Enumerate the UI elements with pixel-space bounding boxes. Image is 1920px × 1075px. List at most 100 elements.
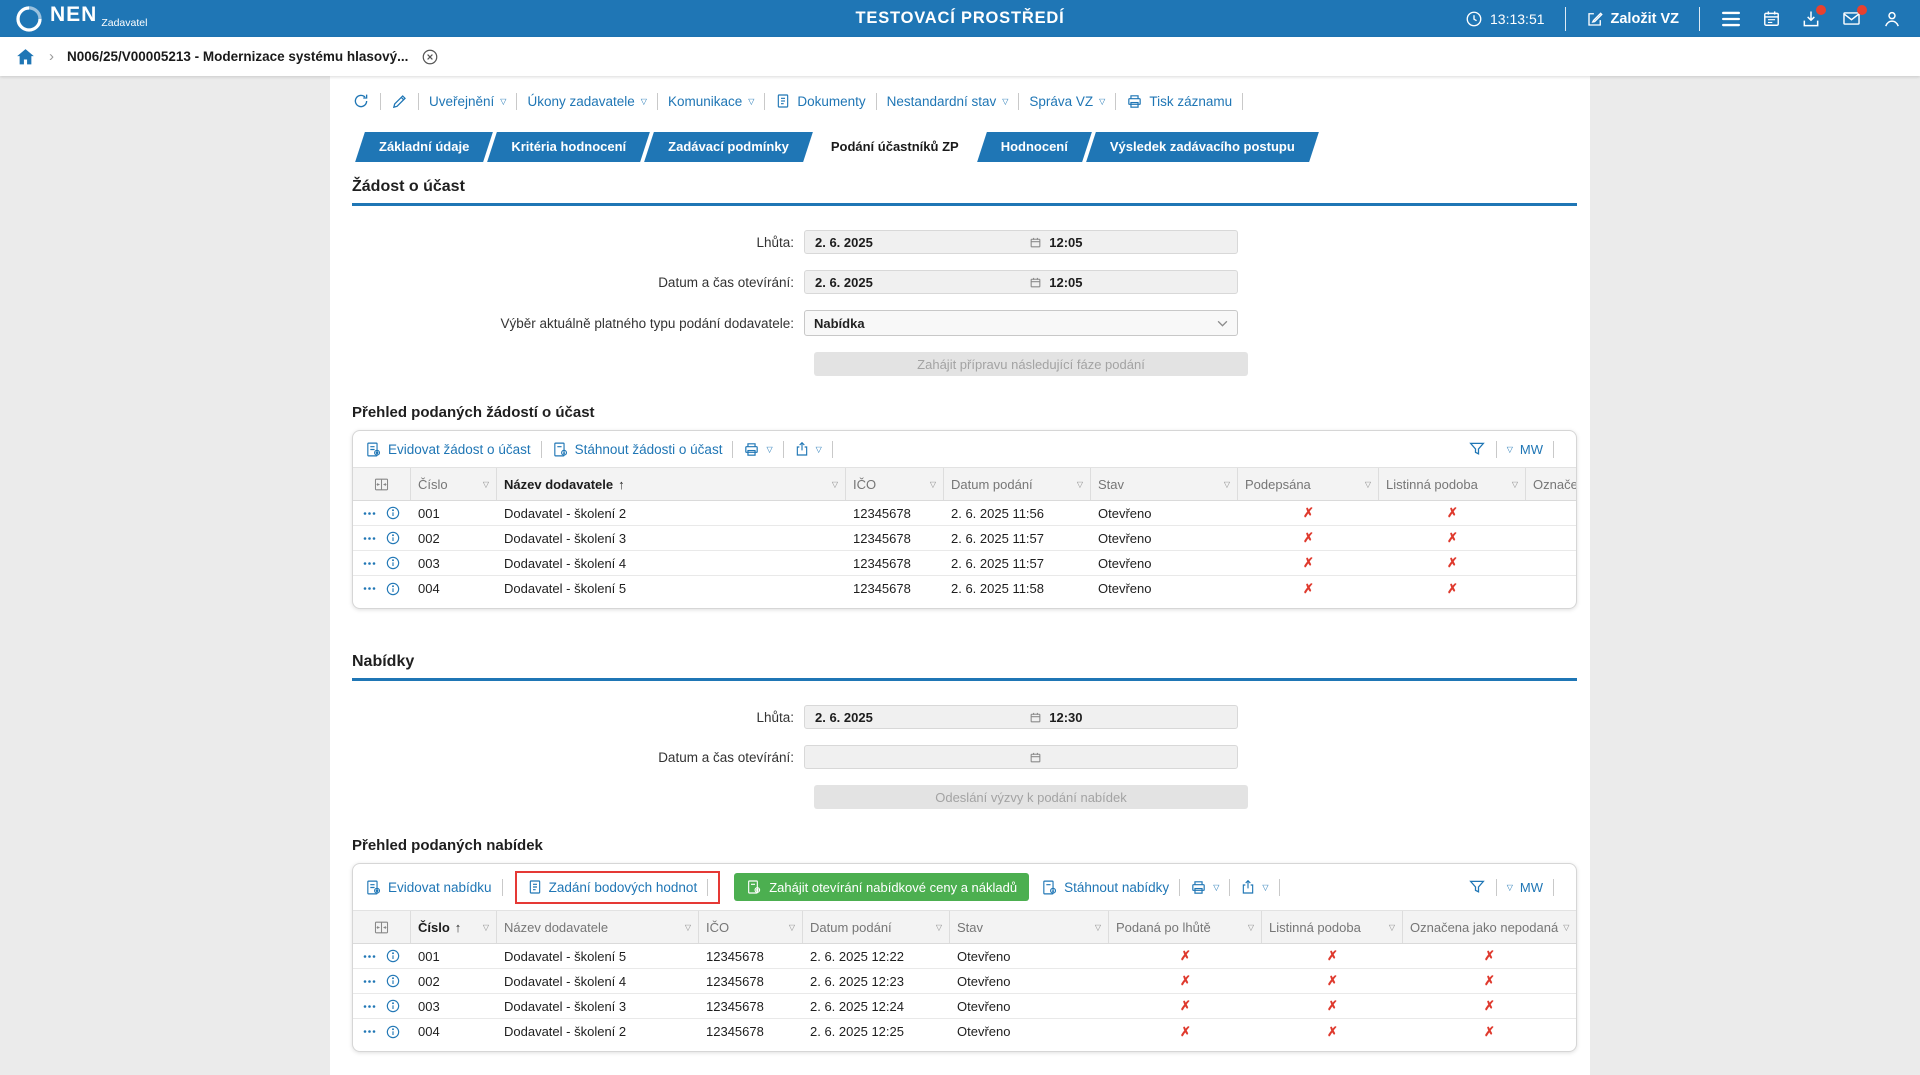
column-settings-button[interactable] <box>353 911 411 943</box>
column-header-podana-po-lhute[interactable]: Podaná po lhůtě▽ <box>1109 911 1262 943</box>
otevirani-datetime-field[interactable]: 2. 6. 2025 12:05 <box>804 270 1238 294</box>
menu-ukony-zadavatele[interactable]: Úkony zadavatele ▽ <box>527 94 646 109</box>
row-menu-icon[interactable] <box>363 561 376 566</box>
downloads-button[interactable] <box>1801 9 1821 29</box>
filter-caret-icon[interactable]: ▽ <box>478 923 489 932</box>
create-vz-button[interactable]: Založit VZ <box>1586 10 1679 28</box>
table-row[interactable]: 004 Dodavatel - školení 2 12345678 2. 6.… <box>353 1019 1576 1044</box>
nen-logo[interactable]: NEN Zadavatel <box>14 4 147 34</box>
print-table-button[interactable]: ▽ <box>743 441 772 458</box>
filter-caret-icon[interactable]: ▽ <box>478 480 489 489</box>
table-row[interactable]: 003 Dodavatel - školení 4 12345678 2. 6.… <box>353 551 1576 576</box>
column-header-datum-podani[interactable]: Datum podání▽ <box>944 468 1091 500</box>
stahnout-zadosti-button[interactable]: Stáhnout žádosti o účast <box>552 441 723 458</box>
row-info-icon[interactable] <box>385 973 401 989</box>
column-header-nazev-dodavatele[interactable]: Název dodavatele↑▽ <box>497 468 846 500</box>
odeslani-vyzvy-button[interactable]: Odeslání výzvy k podání nabídek <box>814 785 1248 809</box>
row-menu-icon[interactable] <box>363 1004 376 1009</box>
row-menu-icon[interactable] <box>363 979 376 984</box>
filter-caret-icon[interactable]: ▽ <box>1090 923 1101 932</box>
calendar-button[interactable] <box>1762 9 1781 28</box>
messages-button[interactable] <box>1841 9 1862 28</box>
row-info-icon[interactable] <box>385 530 401 546</box>
menu-dokumenty[interactable]: Dokumenty <box>775 93 865 109</box>
filter-caret-icon[interactable]: ▽ <box>931 923 942 932</box>
column-header-podepsana[interactable]: Podepsána▽ <box>1238 468 1379 500</box>
filter-caret-icon[interactable]: ▽ <box>1384 923 1395 932</box>
row-menu-icon[interactable] <box>363 586 376 591</box>
table-row[interactable]: 002 Dodavatel - školení 3 12345678 2. 6.… <box>353 526 1576 551</box>
column-header-oznacena[interactable]: Označena jako nepodaná▽ <box>1403 911 1576 943</box>
nabidky-lhuta-datetime-field[interactable]: 2. 6. 2025 12:30 <box>804 705 1238 729</box>
filter-caret-icon[interactable]: ▽ <box>827 480 838 489</box>
menu-sprava-vz[interactable]: Správa VZ ▽ <box>1029 94 1105 109</box>
export-table-button[interactable]: ▽ <box>794 441 822 457</box>
tab-vysledek-zadavaciho-postupu[interactable]: Výsledek zadávacího postupu <box>1091 132 1314 162</box>
export-table-button[interactable]: ▽ <box>1240 879 1268 895</box>
stahnout-nabidky-button[interactable]: Stáhnout nabídky <box>1041 879 1169 896</box>
menu-tisk-zaznamu[interactable]: Tisk záznamu <box>1126 93 1232 110</box>
tab-podani-ucastniku-zp[interactable]: Podání účastníků ZP <box>812 132 978 162</box>
view-preset-mw[interactable]: MW <box>1520 442 1543 457</box>
zahajit-pripravu-button[interactable]: Zahájit přípravu následující fáze podání <box>814 352 1248 376</box>
filter-caret-icon[interactable]: ▽ <box>1072 480 1083 489</box>
evidovat-zadost-button[interactable]: Evidovat žádost o účast <box>365 441 531 458</box>
breadcrumb-record-title[interactable]: N006/25/V00005213 - Modernizace systému … <box>67 49 408 64</box>
filter-caret-icon[interactable]: ▽ <box>925 480 936 489</box>
column-header-ico[interactable]: IČO▽ <box>699 911 803 943</box>
refresh-button[interactable] <box>352 92 370 110</box>
filter-icon[interactable] <box>1468 440 1486 458</box>
filter-caret-icon[interactable]: ▽ <box>1243 923 1254 932</box>
view-preset-mw[interactable]: MW <box>1520 880 1543 895</box>
row-info-icon[interactable] <box>385 555 401 571</box>
row-menu-icon[interactable] <box>363 511 376 516</box>
menu-button[interactable] <box>1720 10 1742 28</box>
zadani-bodovych-hodnot-button[interactable]: Zadání bodových hodnot <box>527 879 698 895</box>
column-header-ico[interactable]: IČO▽ <box>846 468 944 500</box>
zahajit-otevirani-button[interactable]: Zahájit otevírání nabídkové ceny a nákla… <box>734 873 1029 901</box>
row-menu-icon[interactable] <box>363 954 376 959</box>
column-header-listinna-podoba[interactable]: Listinná podoba▽ <box>1262 911 1403 943</box>
lhuta-datetime-field[interactable]: 2. 6. 2025 12:05 <box>804 230 1238 254</box>
column-header-stav[interactable]: Stav▽ <box>1091 468 1238 500</box>
user-profile-button[interactable] <box>1882 9 1902 29</box>
tab-zakladni-udaje[interactable]: Základní údaje <box>360 132 488 162</box>
filter-caret-icon[interactable]: ▽ <box>1360 480 1371 489</box>
table-row[interactable]: 001 Dodavatel - školení 2 12345678 2. 6.… <box>353 501 1576 526</box>
row-menu-icon[interactable] <box>363 536 376 541</box>
caret-down-icon[interactable]: ▽ <box>1507 884 1513 892</box>
filter-caret-icon[interactable]: ▽ <box>1219 480 1230 489</box>
table-row[interactable]: 001 Dodavatel - školení 5 12345678 2. 6.… <box>353 944 1576 969</box>
row-info-icon[interactable] <box>385 581 401 597</box>
column-header-stav[interactable]: Stav▽ <box>950 911 1109 943</box>
menu-nestandardni-stav[interactable]: Nestandardní stav ▽ <box>887 94 1009 109</box>
filter-icon[interactable] <box>1468 878 1486 896</box>
print-table-button[interactable]: ▽ <box>1190 879 1219 896</box>
row-info-icon[interactable] <box>385 948 401 964</box>
column-header-nazev-dodavatele[interactable]: Název dodavatele▽ <box>497 911 699 943</box>
column-header-oznacena[interactable]: Označena jako nepodaná <box>1526 468 1576 500</box>
tab-zadavaci-podminky[interactable]: Zadávací podmínky <box>649 132 808 162</box>
column-header-cislo[interactable]: Číslo▽ <box>411 468 497 500</box>
row-info-icon[interactable] <box>385 505 401 521</box>
column-settings-button[interactable] <box>353 468 411 500</box>
filter-caret-icon[interactable]: ▽ <box>1558 923 1569 932</box>
filter-caret-icon[interactable]: ▽ <box>1507 480 1518 489</box>
row-info-icon[interactable] <box>385 1024 401 1040</box>
tab-kriteria-hodnoceni[interactable]: Kritéria hodnocení <box>492 132 645 162</box>
edit-record-button[interactable] <box>391 93 408 110</box>
column-header-datum-podani[interactable]: Datum podání▽ <box>803 911 950 943</box>
menu-komunikace[interactable]: Komunikace ▽ <box>668 94 754 109</box>
caret-down-icon[interactable]: ▽ <box>1507 446 1513 454</box>
table-row[interactable]: 002 Dodavatel - školení 4 12345678 2. 6.… <box>353 969 1576 994</box>
evidovat-nabidku-button[interactable]: Evidovat nabídku <box>365 879 492 896</box>
home-icon[interactable] <box>15 46 36 67</box>
filter-caret-icon[interactable]: ▽ <box>784 923 795 932</box>
row-menu-icon[interactable] <box>363 1029 376 1034</box>
row-info-icon[interactable] <box>385 998 401 1014</box>
menu-uverejneni[interactable]: Uveřejnění ▽ <box>429 94 506 109</box>
column-header-cislo[interactable]: Číslo↑▽ <box>411 911 497 943</box>
typ-podani-select[interactable]: Nabídka <box>804 310 1238 336</box>
column-header-listinna-podoba[interactable]: Listinná podoba▽ <box>1379 468 1526 500</box>
close-record-icon[interactable] <box>421 48 439 66</box>
